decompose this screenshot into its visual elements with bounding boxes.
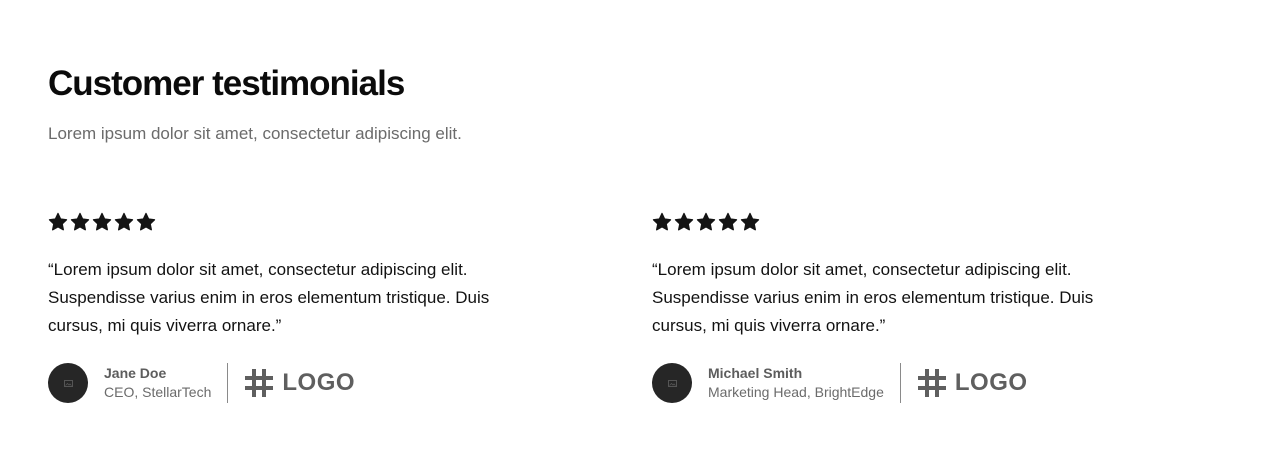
author-row: Michael Smith Marketing Head, BrightEdge… [652, 362, 1172, 404]
star-icon [70, 212, 90, 231]
logo-text: LOGO [282, 369, 356, 396]
author-role: Marketing Head, BrightEdge [708, 384, 884, 400]
star-icon [696, 212, 716, 231]
image-placeholder-icon [667, 379, 677, 387]
star-icon [718, 212, 738, 231]
star-icon [48, 212, 68, 231]
company-logo: LOGO [244, 368, 355, 398]
divider [227, 363, 229, 403]
hash-logo-icon [245, 369, 274, 397]
image-placeholder-icon [63, 379, 73, 387]
logo-text: LOGO [954, 369, 1028, 396]
avatar [48, 363, 88, 403]
author-name: Jane Doe [104, 365, 167, 381]
section-subtitle: Lorem ipsum dolor sit amet, consectetur … [48, 124, 462, 143]
section-title: Customer testimonials [48, 64, 405, 103]
author-info: Michael Smith Marketing Head, BrightEdge [708, 364, 884, 402]
testimonial-card: “Lorem ipsum dolor sit amet, consectetur… [652, 210, 1172, 404]
author-info: Jane Doe CEO, StellarTech [104, 364, 211, 402]
star-rating [652, 210, 1172, 234]
star-icon [674, 212, 694, 231]
star-icon [92, 212, 112, 231]
author-role: CEO, StellarTech [104, 384, 212, 400]
testimonial-quote: “Lorem ipsum dolor sit amet, consectetur… [652, 260, 1094, 335]
star-icon [652, 212, 672, 231]
avatar [652, 363, 692, 403]
hash-logo-icon [917, 369, 946, 397]
star-icon [136, 212, 156, 231]
star-icon [740, 212, 760, 231]
divider [899, 363, 901, 403]
testimonial-quote: “Lorem ipsum dolor sit amet, consectetur… [48, 260, 490, 335]
star-icon [114, 212, 134, 231]
author-name: Michael Smith [708, 365, 803, 381]
testimonial-card: “Lorem ipsum dolor sit amet, consectetur… [48, 210, 568, 404]
company-logo: LOGO [917, 368, 1028, 398]
star-rating [48, 210, 568, 234]
author-row: Jane Doe CEO, StellarTech LOGO [48, 362, 568, 404]
